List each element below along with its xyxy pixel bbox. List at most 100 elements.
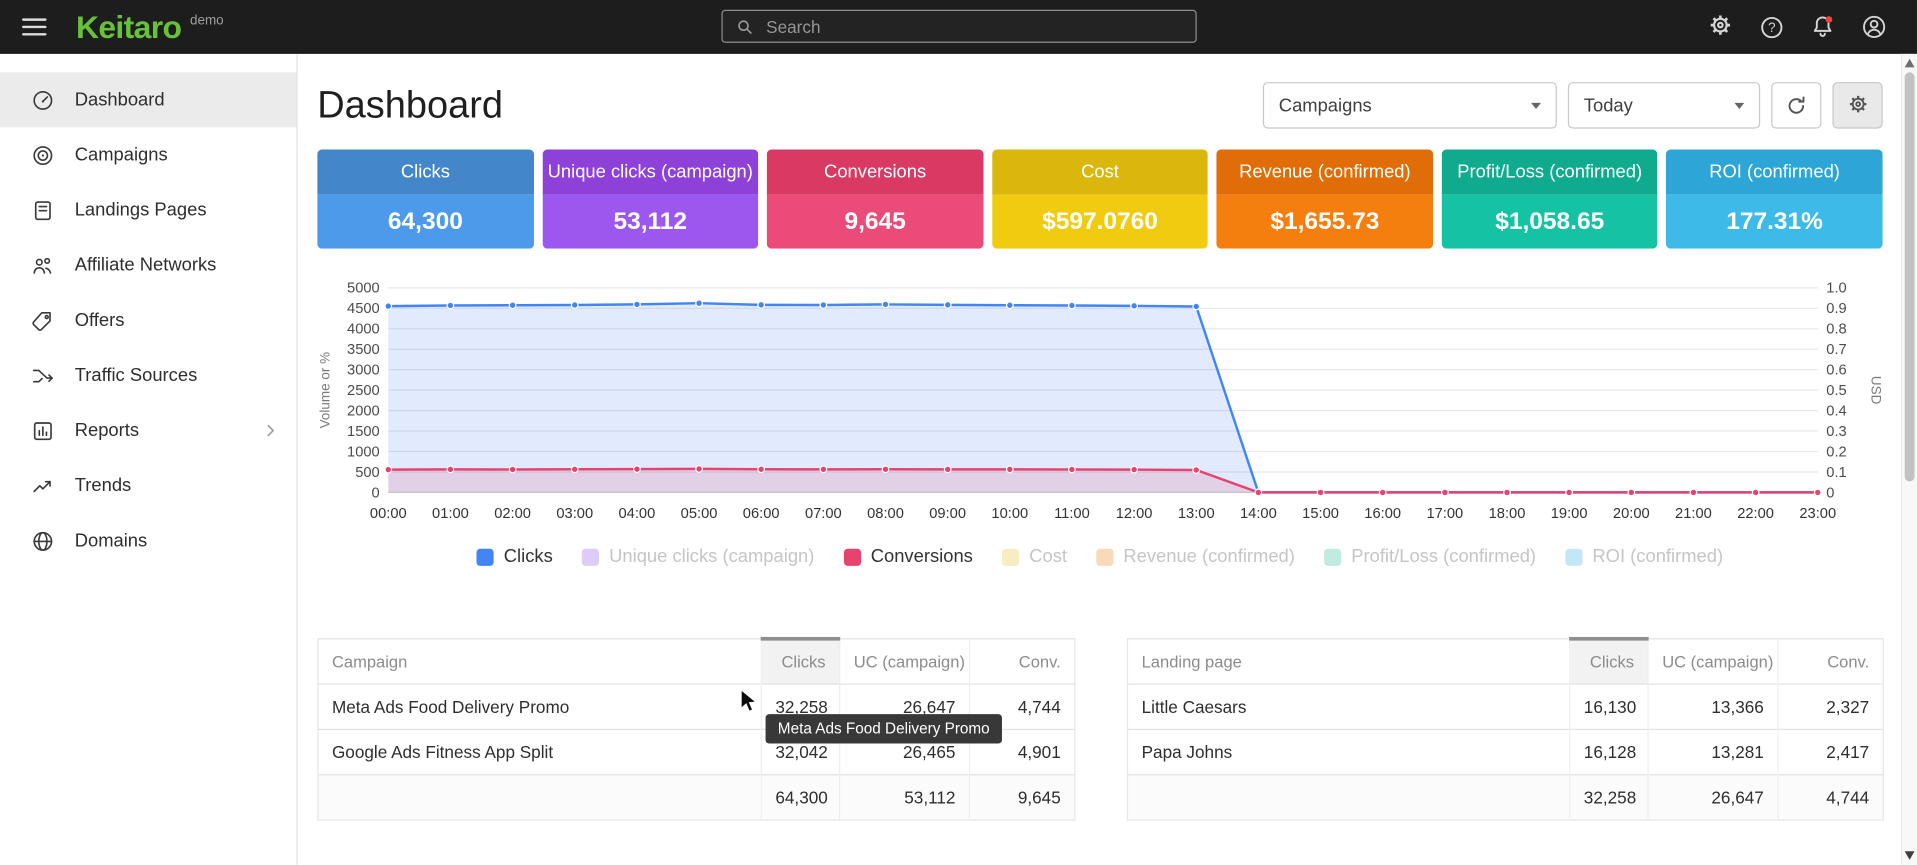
row-value-cell: 2,417	[1778, 729, 1883, 774]
row-value-cell: 16,130	[1570, 684, 1648, 729]
sidebar-item-label: Offers	[75, 310, 280, 331]
account-button[interactable]	[1861, 13, 1888, 40]
metric-card-clicks[interactable]: Clicks64,300	[317, 149, 533, 248]
svg-text:1.0: 1.0	[1826, 281, 1846, 297]
svg-text:0.6: 0.6	[1826, 363, 1846, 379]
svg-text:0.7: 0.7	[1826, 342, 1846, 358]
legend-item-revenue-confirmed[interactable]: Revenue (confirmed)	[1096, 546, 1295, 567]
sidebar-item-domains[interactable]: Domains	[0, 513, 296, 568]
svg-text:09:00: 09:00	[929, 506, 966, 522]
topbar-actions: ?	[1706, 13, 1917, 40]
table-row[interactable]: Papa Johns16,12813,2812,417	[1128, 729, 1884, 774]
refresh-button[interactable]	[1771, 82, 1821, 129]
column-header-clicks[interactable]: Clicks	[761, 639, 839, 684]
row-tooltip: Meta Ads Food Delivery Promo	[766, 714, 1002, 743]
sidebar: Dashboard Campaigns Landings Pages Affiliat…	[0, 54, 298, 865]
svg-text:07:00: 07:00	[805, 506, 842, 522]
legend-swatch	[582, 548, 599, 565]
sidebar-item-label: Domains	[75, 530, 280, 551]
metric-card-revenue-confirmed[interactable]: Revenue (confirmed)$1,655.73	[1217, 149, 1433, 248]
scrollbar[interactable]	[1901, 54, 1917, 865]
chart-legend: Clicks Unique clicks (campaign) Conversion…	[317, 546, 1882, 567]
global-search	[721, 10, 1196, 43]
help-button[interactable]: ?	[1758, 13, 1785, 40]
svg-text:4500: 4500	[347, 301, 380, 317]
svg-text:15:00: 15:00	[1302, 506, 1339, 522]
svg-text:0: 0	[372, 485, 380, 501]
date-range-select[interactable]: Today	[1568, 82, 1760, 129]
search-icon	[734, 17, 754, 37]
svg-text:01:00: 01:00	[432, 506, 469, 522]
column-header-conv[interactable]: Conv.	[1778, 639, 1883, 684]
scroll-down-arrow-icon[interactable]	[1905, 851, 1915, 860]
svg-text:13:00: 13:00	[1178, 506, 1215, 522]
metric-value: $1,058.65	[1442, 195, 1658, 249]
search-input[interactable]	[764, 15, 1183, 37]
legend-item-roi-confirmed[interactable]: ROI (confirmed)	[1565, 546, 1723, 567]
row-value-cell: 13,281	[1648, 729, 1778, 774]
svg-text:03:00: 03:00	[556, 506, 593, 522]
sidebar-item-reports[interactable]: Reports	[0, 403, 296, 458]
sidebar-item-affiliate-networks[interactable]: Affiliate Networks	[0, 238, 296, 293]
metric-card-unique-clicks-campaign[interactable]: Unique clicks (campaign)53,112	[542, 149, 758, 248]
grouping-select[interactable]: Campaigns	[1263, 82, 1557, 129]
traffic-chart[interactable]: 0500100015002000250030003500400045005000…	[317, 272, 1881, 532]
metric-card-cost[interactable]: Cost$597.0760	[992, 149, 1208, 248]
sidebar-item-landings-pages[interactable]: Landings Pages	[0, 183, 296, 238]
scroll-up-arrow-icon[interactable]	[1905, 59, 1915, 68]
column-header-campaign[interactable]: Campaign	[318, 639, 761, 684]
legend-item-clicks[interactable]: Clicks	[477, 546, 553, 567]
total-cell	[1128, 775, 1570, 820]
sidebar-item-trends[interactable]: Trends	[0, 458, 296, 513]
table-row[interactable]: Little Caesars16,13013,3662,327	[1128, 684, 1884, 729]
speedometer-icon	[31, 88, 55, 112]
column-header-clicks[interactable]: Clicks	[1570, 639, 1648, 684]
sidebar-item-traffic-sources[interactable]: Traffic Sources	[0, 348, 296, 403]
sidebar-item-dashboard[interactable]: Dashboard	[0, 72, 296, 127]
svg-text:4000: 4000	[347, 322, 380, 338]
row-value-cell: 2,327	[1778, 684, 1883, 729]
topbar-settings-button[interactable]	[1706, 13, 1733, 40]
metric-card-profit-loss-confirmed[interactable]: Profit/Loss (confirmed)$1,058.65	[1442, 149, 1658, 248]
menu-toggle-button[interactable]	[15, 11, 54, 43]
total-cell: 26,647	[1648, 775, 1778, 820]
column-header-uc-campaign[interactable]: UC (campaign)	[1648, 639, 1778, 684]
svg-text:0.4: 0.4	[1826, 403, 1846, 419]
sidebar-item-label: Dashboard	[75, 89, 280, 110]
legend-item-cost[interactable]: Cost	[1002, 546, 1067, 567]
metric-label: Profit/Loss (confirmed)	[1442, 149, 1658, 194]
svg-text:20:00: 20:00	[1613, 506, 1650, 522]
svg-text:0.9: 0.9	[1826, 301, 1846, 317]
column-header-conv[interactable]: Conv.	[970, 639, 1075, 684]
totals-row: 32,25826,6474,744	[1128, 775, 1884, 820]
app-logo[interactable]: Keitaro demo	[76, 11, 224, 43]
sidebar-item-label: Landings Pages	[75, 200, 280, 221]
legend-swatch	[1565, 548, 1582, 565]
svg-text:0.8: 0.8	[1826, 322, 1846, 338]
domains-globe-icon	[31, 529, 55, 553]
row-value-cell: 13,366	[1648, 684, 1778, 729]
pages-icon	[31, 198, 55, 222]
notifications-button[interactable]	[1809, 13, 1836, 40]
legend-label: Clicks	[504, 546, 553, 567]
legend-item-conversions[interactable]: Conversions	[844, 546, 973, 567]
help-icon: ?	[1758, 14, 1784, 40]
metric-card-roi-confirmed[interactable]: ROI (confirmed)177.31%	[1666, 149, 1882, 248]
svg-text:12:00: 12:00	[1116, 506, 1153, 522]
dashboard-settings-button[interactable]	[1832, 82, 1882, 129]
logo-badge: demo	[190, 13, 224, 28]
network-icon	[31, 253, 55, 277]
sidebar-item-campaigns[interactable]: Campaigns	[0, 127, 296, 182]
sidebar-item-label: Reports	[75, 420, 242, 441]
legend-item-unique-clicks-campaign[interactable]: Unique clicks (campaign)	[582, 546, 814, 567]
svg-text:16:00: 16:00	[1364, 506, 1401, 522]
scrollbar-thumb[interactable]	[1905, 72, 1915, 481]
svg-text:04:00: 04:00	[619, 506, 656, 522]
column-header-uc-campaign[interactable]: UC (campaign)	[840, 639, 970, 684]
metric-card-conversions[interactable]: Conversions9,645	[767, 149, 983, 248]
summary-tables: CampaignClicksUC (campaign)Conv.Meta Ads…	[317, 637, 1882, 821]
column-header-landing-page[interactable]: Landing page	[1128, 639, 1570, 684]
sidebar-item-offers[interactable]: Offers	[0, 293, 296, 348]
table-header-row: CampaignClicksUC (campaign)Conv.	[318, 639, 1075, 684]
legend-item-profit-loss-confirmed[interactable]: Profit/Loss (confirmed)	[1324, 546, 1536, 567]
